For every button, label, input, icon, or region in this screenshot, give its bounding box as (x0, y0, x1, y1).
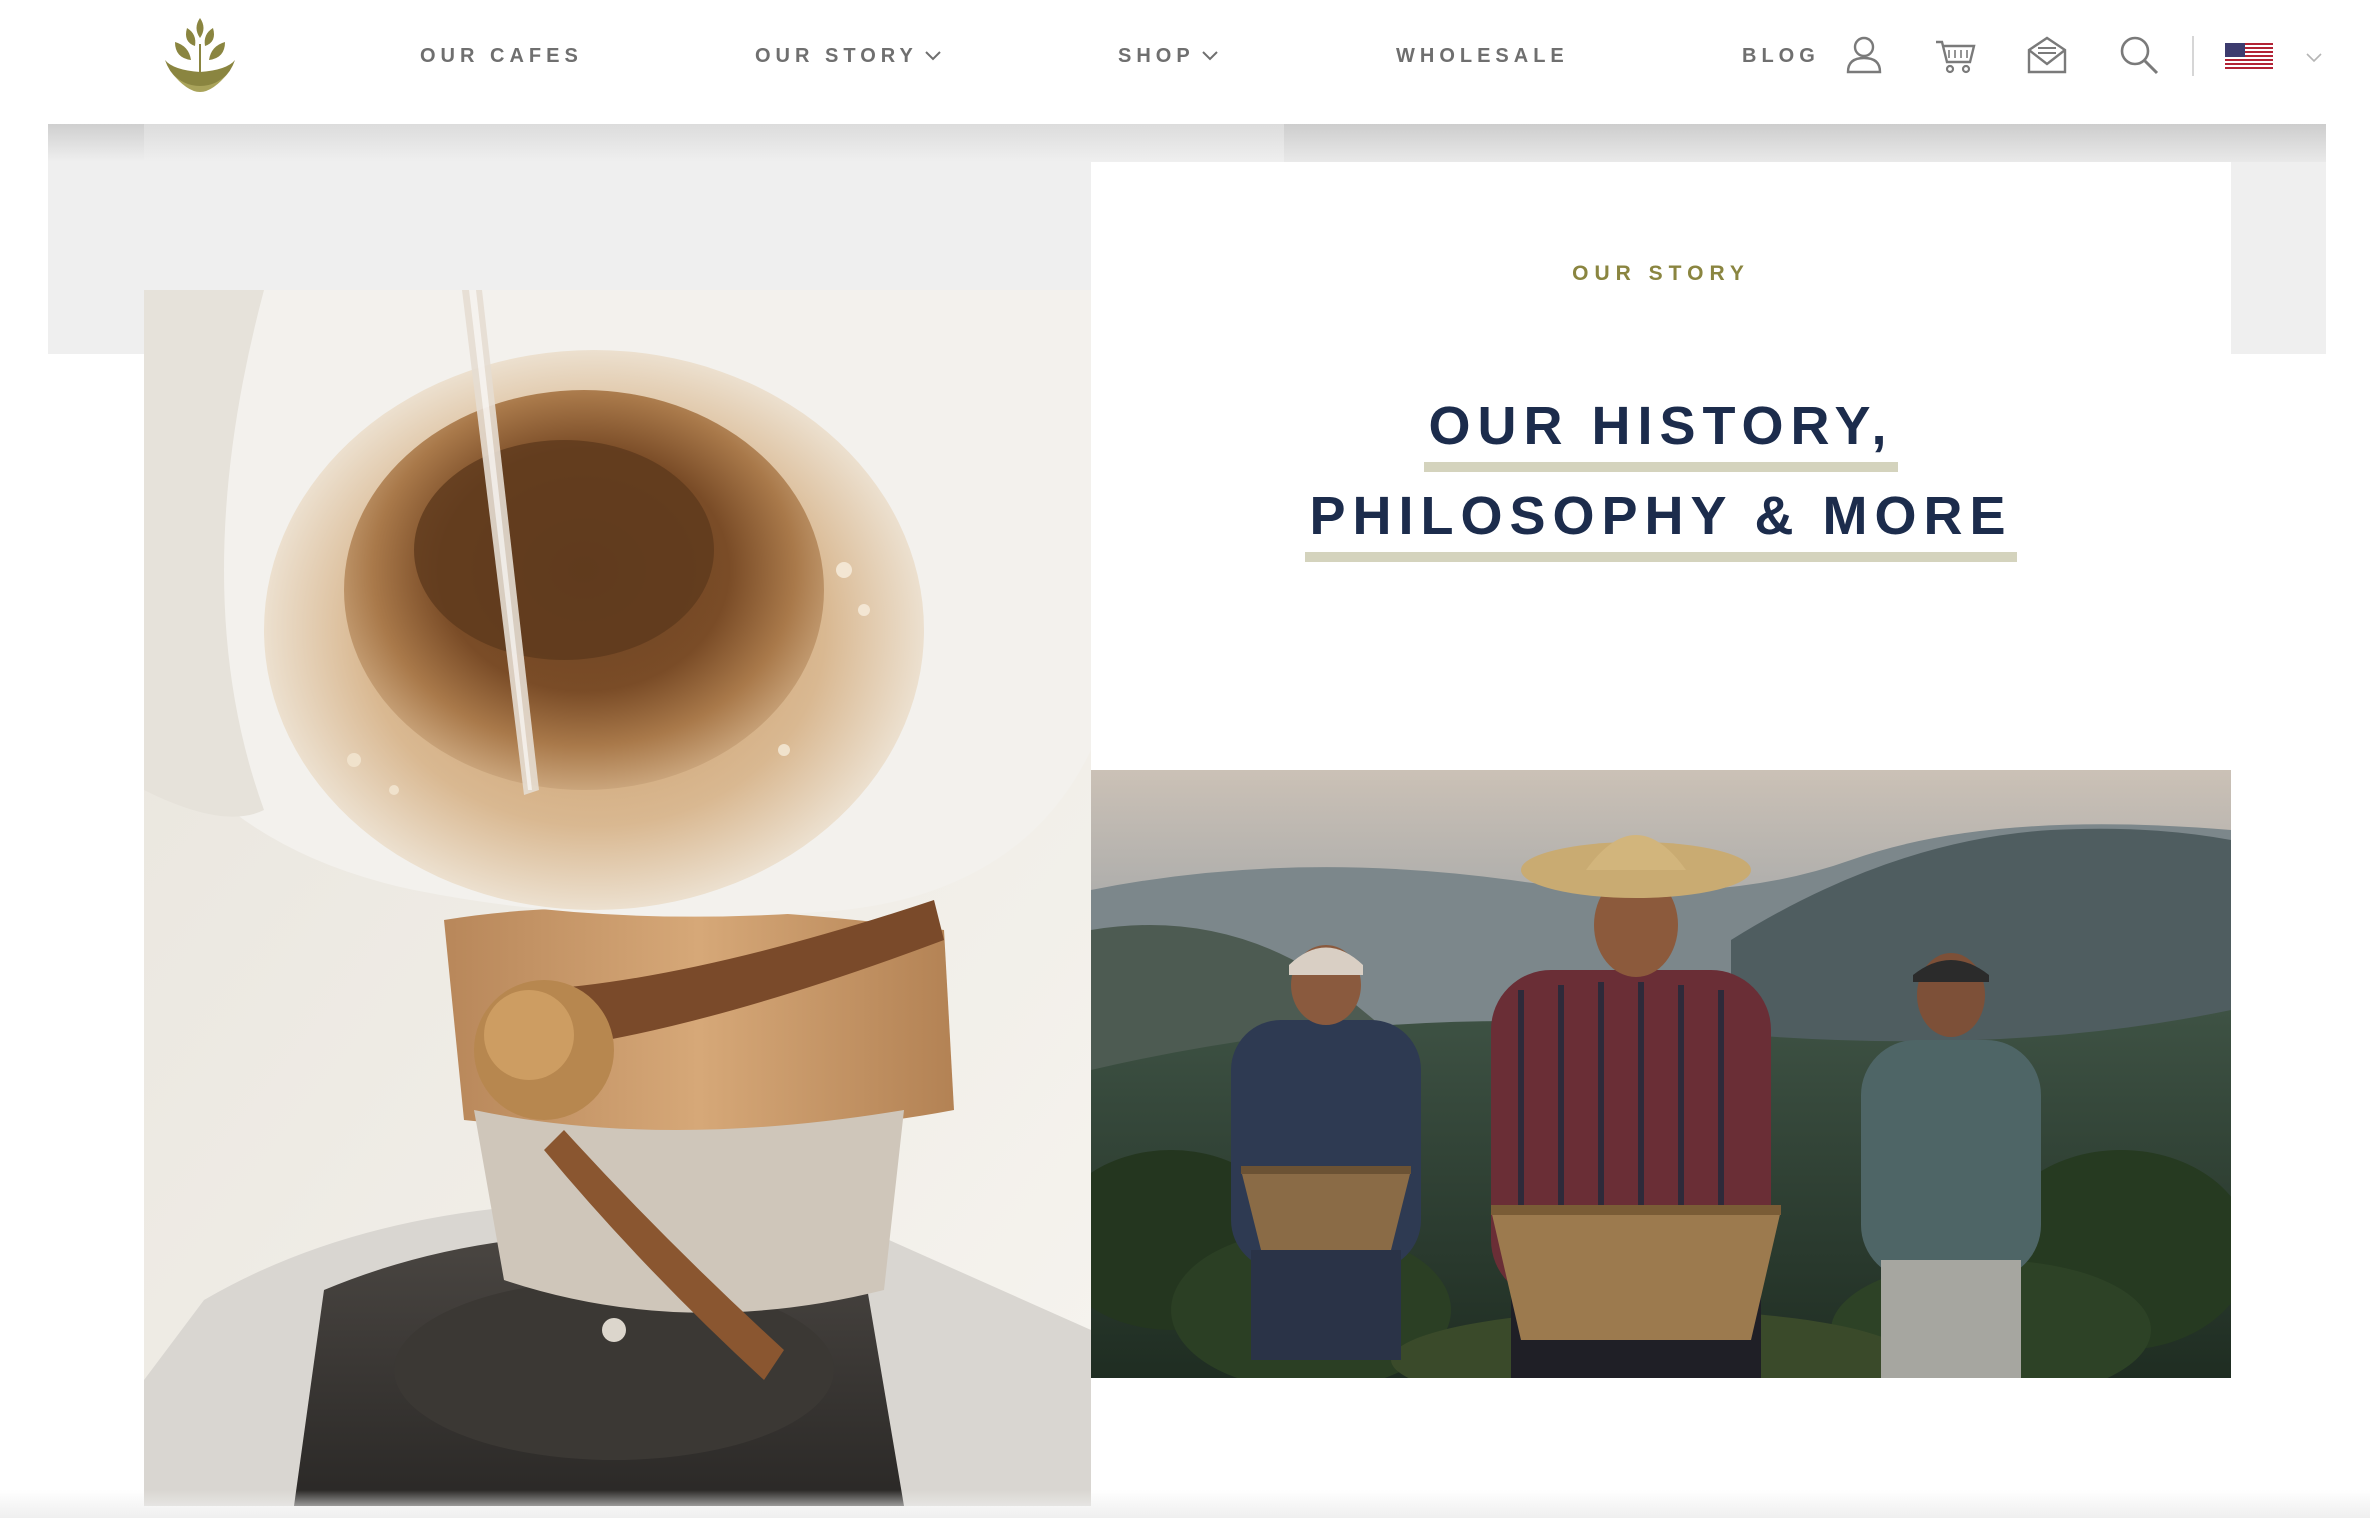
site-header: OUR CAFES OUR STORY SHOP WHOLESALE BLOG (0, 0, 2370, 124)
cart-icon[interactable] (1934, 34, 1976, 76)
band-shadow-right (1284, 124, 2326, 162)
coffee-farmers-photo (1091, 770, 2231, 1378)
user-icon[interactable] (1843, 34, 1885, 76)
mail-icon[interactable] (2026, 34, 2068, 76)
nav-our-story[interactable]: OUR STORY (755, 43, 942, 69)
locale-chevron-down-icon[interactable] (2305, 51, 2323, 63)
section-eyebrow: OUR STORY (1572, 262, 1750, 285)
header-divider (2192, 36, 2194, 76)
nav-our-cafes[interactable]: OUR CAFES (420, 43, 583, 69)
chevron-down-icon (1201, 51, 1218, 61)
band-shadow-left (48, 124, 144, 162)
headline-line-2: PHILOSOPHY & MORE (1091, 486, 2231, 562)
nav-wholesale[interactable]: WHOLESALE (1396, 43, 1569, 69)
us-flag-icon[interactable] (2225, 43, 2273, 69)
headline-line-1: OUR HISTORY, (1091, 396, 2231, 472)
nav-shop[interactable]: SHOP (1118, 43, 1219, 69)
chemex-pour-over-photo (144, 290, 1091, 1506)
page: OUR STORY OUR HISTORY, PHILOSOPHY & MORE (0, 0, 2370, 1518)
search-icon[interactable] (2118, 34, 2160, 76)
chevron-down-icon (925, 51, 941, 61)
coffee-plant-logo-icon[interactable] (157, 14, 243, 94)
band-shadow-mid (144, 124, 1284, 162)
nav-blog[interactable]: BLOG (1742, 43, 1820, 69)
page-bottom-fade (0, 1490, 2370, 1518)
